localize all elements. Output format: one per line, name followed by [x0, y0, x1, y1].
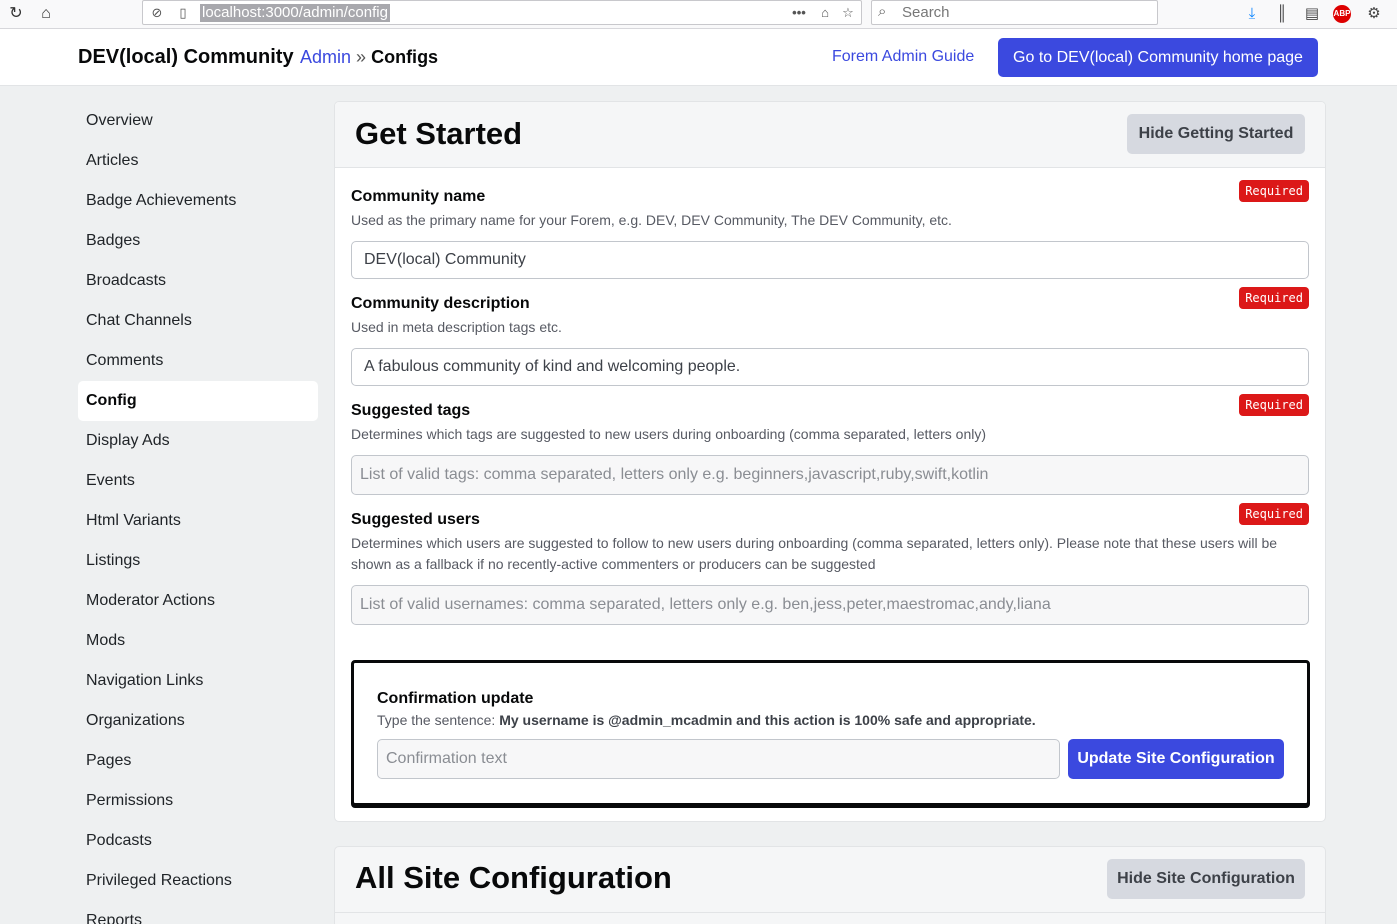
field-label: Suggested tags [351, 402, 471, 419]
required-badge: Required [1239, 180, 1309, 202]
sidebar-item-comments[interactable]: Comments [78, 341, 318, 381]
breadcrumb-current: Configs [371, 47, 439, 67]
search-icon: ⌕ [878, 3, 887, 20]
get-started-header: Get Started Hide Getting Started [335, 102, 1325, 168]
get-started-title: Get Started [355, 116, 523, 151]
update-site-configuration-button[interactable]: Update Site Configuration [1068, 739, 1284, 779]
sidebar-item-articles[interactable]: Articles [78, 141, 318, 181]
browser-toolbar: ↻ ⌂ ⊘ ▯ localhost:3000/admin/config ••• … [0, 0, 1397, 29]
sidebar-item-badges[interactable]: Badges [78, 221, 318, 261]
home-icon[interactable]: ⌂ [35, 3, 57, 25]
sidebar-item-moderator-actions[interactable]: Moderator Actions [78, 581, 318, 621]
download-icon[interactable]: ⤓ [1242, 4, 1262, 24]
sidebar-item-events[interactable]: Events [78, 461, 318, 501]
sidebar-item-privileged-reactions[interactable]: Privileged Reactions [78, 861, 318, 901]
sidebar-item-chat-channels[interactable]: Chat Channels [78, 301, 318, 341]
sidebar-item-mods[interactable]: Mods [78, 621, 318, 661]
breadcrumb-admin-link[interactable]: Admin [300, 47, 351, 67]
breadcrumb: Admin » Configs [300, 47, 438, 68]
pocket-icon[interactable]: ⌂ [815, 3, 835, 23]
sidebar-item-reports[interactable]: Reports [78, 901, 318, 924]
community-description-input[interactable]: A fabulous community of kind and welcomi… [351, 348, 1309, 386]
breadcrumb-separator: » [356, 47, 367, 67]
reload-icon[interactable]: ↻ [5, 3, 27, 25]
library-icon[interactable]: ║ [1272, 4, 1292, 24]
field-label: Community name [351, 188, 486, 205]
field-description: Used in meta description tags etc. [351, 319, 562, 335]
sidebar-item-permissions[interactable]: Permissions [78, 781, 318, 821]
sidebar-item-badge-achievements[interactable]: Badge Achievements [78, 181, 318, 221]
suggested-users-field: Suggested users Required Determines whic… [351, 503, 1309, 625]
confirmation-prefix: Type the sentence: [377, 712, 496, 728]
required-badge: Required [1239, 287, 1309, 309]
get-started-card: Get Started Hide Getting Started Communi… [334, 101, 1326, 822]
hide-site-configuration-button[interactable]: Hide Site Configuration [1107, 859, 1305, 899]
field-label: Community description [351, 295, 530, 312]
confirmation-box: Confirmation update Type the sentence: M… [351, 660, 1310, 806]
adblock-icon[interactable]: ABP [1333, 5, 1351, 23]
confirmation-input[interactable]: Confirmation text [377, 739, 1060, 779]
all-site-configuration-card: All Site Configuration Hide Site Configu… [334, 846, 1326, 924]
sidebar-item-pages[interactable]: Pages [78, 741, 318, 781]
confirmation-instructions: Type the sentence: My username is @admin… [377, 712, 1036, 728]
sidebar-icon[interactable]: ▤ [1302, 4, 1322, 24]
card-divider [335, 912, 1325, 913]
sidebar-item-overview[interactable]: Overview [78, 101, 318, 141]
community-name-field: Community name Required Used as the prim… [351, 180, 1309, 279]
sidebar-item-config[interactable]: Config [78, 381, 318, 421]
field-description: Determines which tags are suggested to n… [351, 426, 986, 442]
search-bar[interactable]: ⌕ Search [871, 0, 1158, 25]
community-name-input[interactable]: DEV(local) Community [351, 241, 1309, 279]
sidebar-item-navigation-links[interactable]: Navigation Links [78, 661, 318, 701]
site-header: DEV(local) Community Admin » Configs For… [0, 29, 1397, 86]
sidebar-item-podcasts[interactable]: Podcasts [78, 821, 318, 861]
admin-guide-link[interactable]: Forem Admin Guide [832, 48, 974, 66]
more-actions-icon[interactable]: ••• [789, 3, 809, 23]
suggested-users-input[interactable]: List of valid usernames: comma separated… [351, 585, 1309, 625]
required-badge: Required [1239, 503, 1309, 525]
confirmation-sentence: My username is @admin_mcadmin and this a… [499, 712, 1036, 728]
sidebar-item-display-ads[interactable]: Display Ads [78, 421, 318, 461]
field-description: Determines which users are suggested to … [351, 535, 1278, 572]
hide-getting-started-button[interactable]: Hide Getting Started [1127, 114, 1305, 154]
community-description-field: Community description Required Used in m… [351, 287, 1309, 386]
admin-sidebar: Overview Articles Badge Achievements Bad… [78, 101, 318, 924]
home-page-button[interactable]: Go to DEV(local) Community home page [998, 38, 1318, 77]
sidebar-item-html-variants[interactable]: Html Variants [78, 501, 318, 541]
field-description: Used as the primary name for your Forem,… [351, 212, 952, 228]
sidebar-item-broadcasts[interactable]: Broadcasts [78, 261, 318, 301]
sidebar-item-listings[interactable]: Listings [78, 541, 318, 581]
field-label: Suggested users [351, 511, 480, 528]
bookmark-star-icon[interactable]: ☆ [838, 3, 858, 23]
tracking-protection-icon[interactable]: ⊘ [147, 3, 167, 23]
suggested-tags-input[interactable]: List of valid tags: comma separated, let… [351, 455, 1309, 495]
url-bar[interactable]: ⊘ ▯ localhost:3000/admin/config ••• ⌂ ☆ [142, 0, 862, 25]
page-info-icon[interactable]: ▯ [173, 3, 193, 23]
search-placeholder: Search [902, 4, 950, 21]
sidebar-item-organizations[interactable]: Organizations [78, 701, 318, 741]
all-site-configuration-title: All Site Configuration [355, 860, 672, 895]
confirmation-label: Confirmation update [377, 690, 534, 707]
required-badge: Required [1239, 394, 1309, 416]
extension-icon[interactable]: ⚙ [1364, 4, 1384, 24]
suggested-tags-field: Suggested tags Required Determines which… [351, 394, 1309, 495]
url-text[interactable]: localhost:3000/admin/config [200, 4, 390, 22]
brand-title[interactable]: DEV(local) Community [78, 46, 294, 69]
